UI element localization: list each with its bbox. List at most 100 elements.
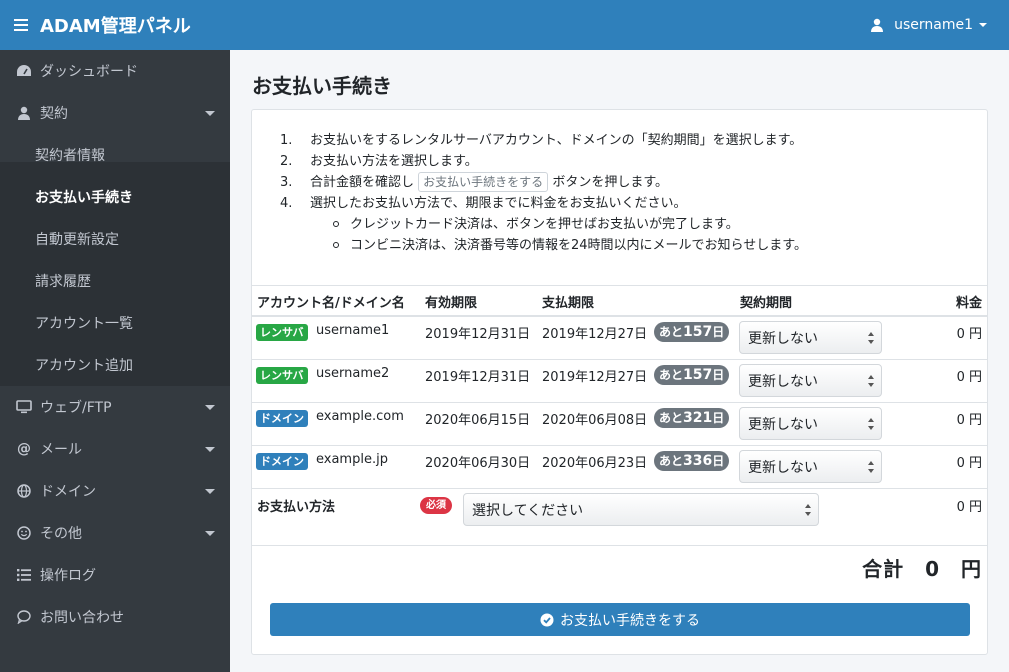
domain-name: example.com bbox=[316, 409, 404, 424]
sidebar-item-mail[interactable]: @ メール bbox=[0, 428, 230, 470]
days-left-badge: あと157日 bbox=[654, 365, 730, 385]
sidebar-item-auto-renew[interactable]: 自動更新設定 bbox=[0, 218, 230, 260]
sidebar-item-add-account[interactable]: アカウント追加 bbox=[0, 344, 230, 386]
select-arrow-icon bbox=[868, 418, 875, 432]
type-badge: レンサバ bbox=[256, 324, 308, 341]
instruction-step: 3. 合計金額を確認し お支払い手続きをする ボタンを押します。 bbox=[280, 172, 807, 193]
payment-method-select[interactable]: 選択してください bbox=[463, 493, 819, 526]
instruction-step: 4. 選択したお支払い方法で、期限までに料金をお支払いください。 bbox=[280, 193, 807, 214]
sidebar-item-label: ダッシュボード bbox=[40, 64, 138, 80]
type-badge: ドメイン bbox=[256, 410, 308, 427]
pay-date: 2019年12月27日 bbox=[542, 327, 648, 342]
sidebar-item-label: 契約者情報 bbox=[35, 148, 105, 164]
sidebar-item-label: ウェブ/FTP bbox=[40, 400, 112, 416]
days-left-number: 157 bbox=[683, 324, 713, 340]
period-select[interactable]: 更新しない bbox=[739, 321, 882, 354]
sidebar-item-dashboard[interactable]: ダッシュボード bbox=[0, 50, 230, 92]
days-left-badge: あと336日 bbox=[654, 451, 730, 471]
brand-title[interactable]: ADAM管理パネル bbox=[40, 12, 191, 38]
type-badge: レンサバ bbox=[256, 367, 308, 384]
days-left-suffix: 日 bbox=[712, 325, 725, 339]
button-reference: お支払い手続きをする bbox=[418, 172, 549, 192]
days-left-prefix: あと bbox=[659, 325, 684, 339]
sidebar-item-operation-log[interactable]: 操作ログ bbox=[0, 554, 230, 596]
total-amount: 合計 0 円 bbox=[862, 557, 982, 581]
step-number: 1. bbox=[280, 133, 293, 148]
divider bbox=[252, 315, 987, 317]
sidebar-item-label: 操作ログ bbox=[40, 568, 96, 584]
sidebar: ダッシュボード 契約 契約者情報 お支払い手続き 自動更新設定 請求履歴 アカウ… bbox=[0, 50, 230, 672]
period-select[interactable]: 更新しない bbox=[739, 450, 882, 483]
step-number: 3. bbox=[280, 175, 293, 190]
select-arrow-icon bbox=[805, 504, 812, 518]
days-left-suffix: 日 bbox=[712, 368, 725, 382]
desktop-icon bbox=[15, 398, 33, 416]
sidebar-item-payment[interactable]: お支払い手続き bbox=[0, 176, 230, 218]
user-menu[interactable]: username1 bbox=[870, 0, 987, 50]
pay-date: 2020年06月08日 bbox=[542, 413, 648, 428]
user-icon bbox=[15, 104, 33, 122]
sidebar-item-other[interactable]: その他 bbox=[0, 512, 230, 554]
instruction-step: 2. お支払い方法を選択します。 bbox=[280, 151, 807, 172]
column-header-valid: 有効期限 bbox=[425, 296, 478, 311]
chevron-down-icon bbox=[205, 531, 215, 536]
select-value: 更新しない bbox=[748, 330, 818, 347]
divider bbox=[252, 488, 987, 489]
sidebar-item-label: アカウント追加 bbox=[35, 358, 133, 374]
sidebar-item-billing-history[interactable]: 請求履歴 bbox=[0, 260, 230, 302]
chevron-down-icon bbox=[205, 405, 215, 410]
page-title: お支払い手続き bbox=[252, 74, 392, 98]
valid-date: 2019年12月31日 bbox=[425, 370, 531, 385]
step-text: 合計金額を確認し bbox=[310, 175, 415, 190]
sidebar-item-label: アカウント一覧 bbox=[35, 316, 133, 332]
days-left-suffix: 日 bbox=[712, 454, 725, 468]
select-value: 更新しない bbox=[748, 459, 818, 476]
select-arrow-icon bbox=[868, 332, 875, 346]
column-header-pay: 支払期限 bbox=[542, 296, 595, 311]
submit-label: お支払い手続きをする bbox=[560, 612, 700, 629]
sidebar-item-label: 自動更新設定 bbox=[35, 232, 119, 248]
days-left-badge: あと157日 bbox=[654, 322, 730, 342]
days-left-prefix: あと bbox=[659, 368, 684, 382]
sidebar-item-contractor-info[interactable]: 契約者情報 bbox=[0, 134, 230, 176]
sidebar-item-label: お問い合わせ bbox=[40, 610, 124, 626]
days-left-number: 157 bbox=[683, 367, 713, 383]
pay-date: 2019年12月27日 bbox=[542, 370, 648, 385]
divider bbox=[252, 402, 987, 403]
sidebar-item-label: ドメイン bbox=[40, 484, 96, 500]
user-icon bbox=[871, 18, 884, 32]
fee-value: 0 円 bbox=[956, 500, 982, 515]
days-left-suffix: 日 bbox=[712, 411, 725, 425]
column-header-fee: 料金 bbox=[955, 296, 982, 311]
sidebar-item-contract[interactable]: 契約 bbox=[0, 92, 230, 134]
divider bbox=[252, 445, 987, 446]
instruction-substep: コンビニ決済は、決済番号等の情報を24時間以内にメールでお知らせします。 bbox=[280, 235, 807, 256]
step-text: お支払いをするレンタルサーバアカウント、ドメインの「契約期間」を選択します。 bbox=[310, 133, 803, 148]
valid-date: 2020年06月15日 bbox=[425, 413, 531, 428]
valid-date: 2020年06月30日 bbox=[425, 456, 531, 471]
days-left-prefix: あと bbox=[659, 454, 684, 468]
period-select[interactable]: 更新しない bbox=[739, 407, 882, 440]
submit-payment-button[interactable]: お支払い手続きをする bbox=[270, 603, 970, 636]
hamburger-menu-icon[interactable] bbox=[14, 19, 28, 31]
fee-value: 0 円 bbox=[956, 327, 982, 342]
check-circle-icon bbox=[540, 613, 554, 626]
valid-date: 2019年12月31日 bbox=[425, 327, 531, 342]
sidebar-item-domain[interactable]: ドメイン bbox=[0, 470, 230, 512]
chevron-down-icon bbox=[205, 489, 215, 494]
globe-icon bbox=[15, 482, 33, 500]
sidebar-item-contact[interactable]: お問い合わせ bbox=[0, 596, 230, 638]
step-text: お支払い方法を選択します。 bbox=[310, 154, 478, 169]
sidebar-item-label: メール bbox=[40, 442, 82, 458]
sidebar-item-web-ftp[interactable]: ウェブ/FTP bbox=[0, 386, 230, 428]
sidebar-item-account-list[interactable]: アカウント一覧 bbox=[0, 302, 230, 344]
comment-icon bbox=[15, 608, 33, 626]
column-header-period: 契約期間 bbox=[740, 296, 793, 311]
step-text: ボタンを押します。 bbox=[552, 175, 669, 190]
payment-method-label: お支払い方法 bbox=[257, 500, 336, 515]
column-header-name: アカウント名/ドメイン名 bbox=[257, 296, 405, 311]
period-select[interactable]: 更新しない bbox=[739, 364, 882, 397]
divider bbox=[252, 545, 987, 546]
select-arrow-icon bbox=[868, 375, 875, 389]
divider bbox=[252, 359, 987, 360]
